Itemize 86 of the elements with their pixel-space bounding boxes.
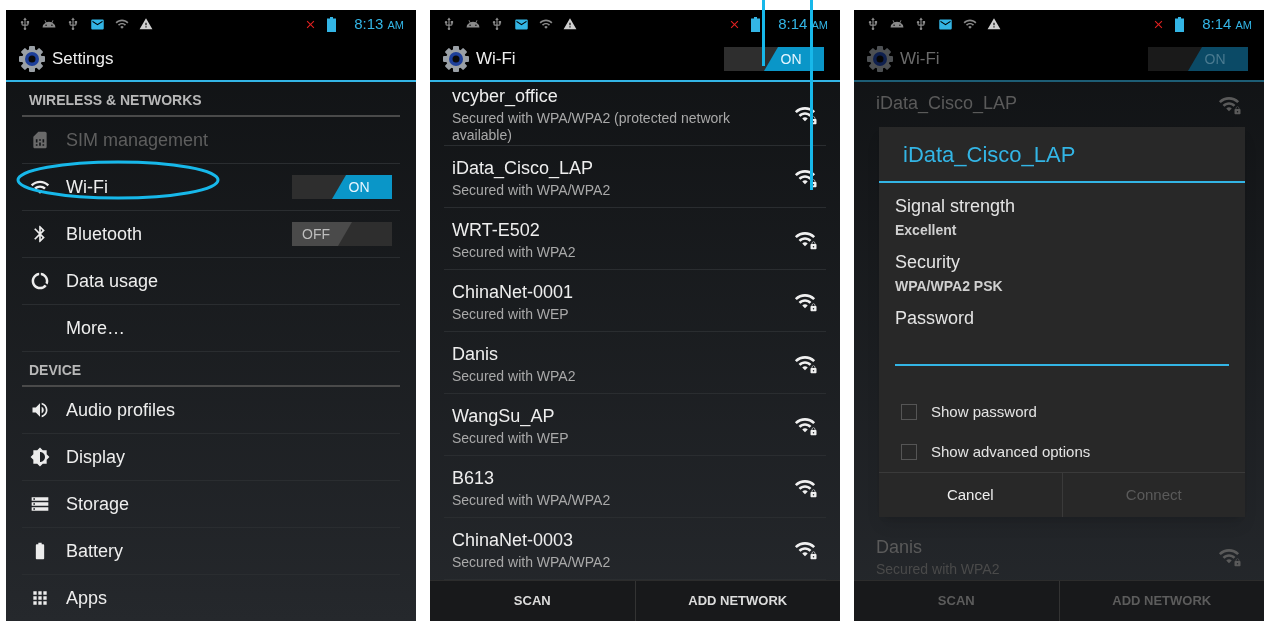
network-name: B613 bbox=[452, 466, 496, 490]
usb-icon bbox=[66, 17, 80, 31]
settings-item[interactable]: Audio profiles bbox=[22, 387, 400, 434]
item-label: Data usage bbox=[66, 269, 159, 293]
battery-icon bbox=[751, 16, 761, 32]
apps-icon bbox=[30, 588, 50, 608]
checkbox-option[interactable]: Show advanced options bbox=[895, 432, 1229, 472]
item-label: More… bbox=[66, 316, 125, 340]
field-label: Signal strength bbox=[895, 195, 1017, 218]
checkbox-option[interactable]: Show password bbox=[895, 392, 1229, 432]
toggle-switch[interactable]: OFF bbox=[292, 222, 392, 246]
item-label: Storage bbox=[66, 492, 130, 516]
network-name: iData_Cisco_LAP bbox=[452, 156, 595, 181]
settings-item[interactable]: Battery bbox=[22, 528, 400, 575]
field-value: WPA/WPA2 PSK bbox=[895, 277, 1004, 296]
field-label: Security bbox=[895, 251, 962, 274]
network-name: ChinaNet-0001 bbox=[452, 280, 575, 304]
checkbox[interactable] bbox=[901, 444, 917, 460]
network-name: Danis bbox=[452, 342, 500, 366]
network-security: Secured with WPA2 bbox=[452, 367, 577, 385]
warning-icon bbox=[563, 17, 577, 31]
settings-item[interactable]: Wi-Fi ON bbox=[22, 164, 400, 211]
item-label: Battery bbox=[66, 539, 124, 563]
wifi-icon bbox=[963, 17, 977, 31]
screen-title: Wi-Fi bbox=[476, 48, 516, 71]
clock: 8:13 AM bbox=[354, 13, 404, 34]
item-label: Display bbox=[66, 445, 126, 469]
network-security: Secured with WPA/WPA2 bbox=[452, 491, 612, 509]
network-security: Secured with WPA/WPA2 bbox=[452, 553, 612, 571]
option-label: Show advanced options bbox=[931, 441, 1091, 462]
warning-icon bbox=[139, 17, 153, 31]
settings-item[interactable]: Display bbox=[22, 434, 400, 481]
battery-icon bbox=[1175, 16, 1185, 32]
usb-icon bbox=[442, 17, 456, 31]
sim-card-icon bbox=[30, 130, 50, 150]
annotation-line bbox=[762, 0, 765, 66]
settings-item[interactable]: Bluetooth OFF bbox=[22, 211, 400, 258]
network-row[interactable]: WangSu_AP Secured with WEP bbox=[444, 394, 826, 456]
screen-title: Settings bbox=[52, 48, 114, 71]
storage-icon bbox=[30, 494, 50, 514]
dialog-button[interactable]: Cancel bbox=[879, 473, 1062, 517]
item-label: Bluetooth bbox=[66, 222, 143, 246]
wifi-icon bbox=[539, 17, 553, 31]
network-row[interactable]: ChinaNet-0001 Secured with WEP bbox=[444, 270, 826, 332]
network-security: Secured with WPA/WPA2 bbox=[452, 181, 612, 199]
dialog-title: iData_Cisco_LAP bbox=[879, 127, 1245, 183]
bar-button[interactable]: ADD NETWORK bbox=[634, 581, 840, 621]
settings-item[interactable]: Storage bbox=[22, 481, 400, 528]
battery-icon bbox=[327, 16, 337, 32]
settings-item[interactable]: Data usage bbox=[22, 258, 400, 305]
item-label: SIM management bbox=[66, 128, 209, 152]
bar-button[interactable]: SCAN bbox=[430, 581, 635, 621]
network-security: Secured with WEP bbox=[452, 429, 570, 447]
item-label: Wi-Fi bbox=[66, 175, 108, 199]
usb-icon bbox=[866, 17, 880, 31]
usb-icon bbox=[490, 17, 504, 31]
checkbox[interactable] bbox=[901, 404, 917, 420]
item-label: Audio profiles bbox=[66, 398, 176, 422]
screen-title: Wi-Fi bbox=[900, 48, 940, 71]
item-label: Apps bbox=[66, 586, 108, 610]
section-header: WIRELESS & NETWORKS bbox=[22, 82, 400, 117]
network-name: Danis bbox=[876, 536, 924, 559]
clock: 8:14 AM bbox=[1202, 13, 1252, 34]
field-label: Password bbox=[895, 307, 976, 330]
option-label: Show password bbox=[931, 401, 1037, 422]
network-name: vcyber_office bbox=[452, 85, 559, 109]
settings-item[interactable]: More… bbox=[22, 305, 400, 352]
speaker-icon bbox=[30, 400, 50, 420]
section-header: DEVICE bbox=[22, 352, 400, 387]
brightness-icon bbox=[30, 447, 50, 467]
network-row[interactable]: Danis Secured with WPA2 bbox=[444, 332, 826, 394]
network-row[interactable]: B613 Secured with WPA/WPA2 bbox=[444, 456, 826, 518]
network-security: Secured with WEP bbox=[452, 305, 570, 323]
field-value: Excellent bbox=[895, 221, 958, 240]
network-name: ChinaNet-0003 bbox=[452, 528, 575, 552]
settings-item[interactable]: Apps bbox=[22, 575, 400, 621]
network-name: WangSu_AP bbox=[452, 404, 556, 429]
wifi-icon bbox=[115, 17, 129, 31]
warning-icon bbox=[987, 17, 1001, 31]
network-name: iData_Cisco_LAP bbox=[876, 92, 1019, 116]
network-security: Secured with WPA2 bbox=[452, 243, 577, 261]
usb-icon bbox=[18, 17, 32, 31]
network-row[interactable]: WRT-E502 Secured with WPA2 bbox=[444, 208, 826, 270]
network-name: WRT-E502 bbox=[452, 218, 541, 242]
network-security: Secured with WPA/WPA2 (protected network available) bbox=[452, 110, 732, 144]
usb-icon bbox=[914, 17, 928, 31]
